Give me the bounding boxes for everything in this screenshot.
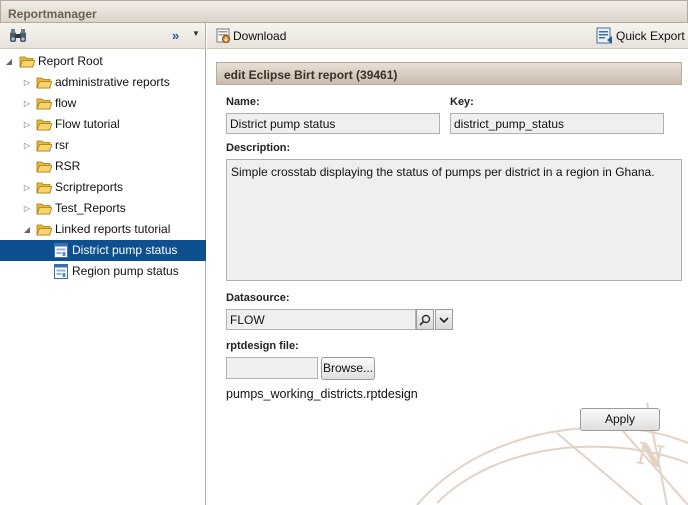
download-button[interactable]: Download (213, 23, 293, 49)
tree-toolbar: » ▼ (0, 23, 205, 49)
collapsed-arrow-icon[interactable]: ▷ (22, 114, 32, 135)
chevron-down-icon[interactable]: ▼ (192, 29, 200, 38)
datasource-search-button[interactable] (416, 309, 434, 330)
tree-item-RSR[interactable]: RSR (0, 156, 205, 177)
tree-item-label: rsr (55, 138, 69, 152)
tree-item-label: Test_Reports (55, 201, 126, 215)
collapsed-arrow-icon[interactable]: ▷ (22, 198, 32, 219)
folder-icon (36, 98, 52, 110)
tree-item-label: flow (55, 96, 77, 110)
folder-icon (36, 119, 52, 131)
rptdesign-filename: pumps_working_districts.rptdesign (226, 387, 418, 401)
tree-item-rsr[interactable]: ▷ rsr (0, 135, 205, 156)
search-icon (419, 314, 431, 326)
tree-item-flow-tutorial[interactable]: ▷ Flow tutorial (0, 114, 205, 135)
tree-item-label: RSR (55, 159, 81, 173)
expanded-arrow-icon[interactable]: ◢ (22, 219, 32, 240)
folder-open-icon (19, 56, 35, 68)
tree-item-linked-reports-tutorial[interactable]: ◢ Linked reports tutorial (0, 219, 205, 240)
folder-open-icon (36, 224, 52, 236)
tree-item-label: District pump status (72, 243, 178, 257)
tree-item-label: Flow tutorial (55, 117, 120, 131)
file-path-input[interactable] (226, 357, 318, 379)
tree-item-report-root[interactable]: ◢ Report Root (0, 51, 205, 72)
folder-icon (36, 140, 52, 152)
description-label: Description: (226, 142, 291, 154)
tree-item-district-pump-status[interactable]: District pump status (0, 240, 206, 261)
report-icon (54, 243, 68, 258)
report-editor-panel: Download Quick Export edit Eclipse Birt … (207, 23, 688, 505)
rptdesign-label: rptdesign file: (226, 340, 299, 352)
collapsed-arrow-icon[interactable]: ▷ (22, 177, 32, 198)
key-label: Key: (450, 96, 474, 108)
tree-item-label: Scriptreports (55, 180, 124, 194)
tree-item-label: Linked reports tutorial (55, 222, 171, 236)
collapsed-arrow-icon[interactable]: ▷ (22, 93, 32, 114)
tree-item-label: Region pump status (72, 264, 179, 278)
description-textarea[interactable]: Simple crosstab displaying the status of… (226, 159, 682, 281)
datasource-label: Datasource: (226, 292, 290, 304)
app-title: Reportmanager (0, 0, 688, 23)
report-icon (54, 264, 68, 279)
editor-toolbar: Download Quick Export (207, 23, 688, 49)
datasource-dropdown-button[interactable] (435, 309, 453, 330)
expanded-arrow-icon[interactable]: ◢ (4, 51, 14, 72)
form-header: edit Eclipse Birt report (39461) (216, 62, 682, 85)
datasource-select[interactable]: FLOW (226, 309, 416, 330)
tree-item-scriptreports[interactable]: ▷ Scriptreports (0, 177, 205, 198)
name-field[interactable]: District pump status (226, 113, 440, 134)
tree-item-label: administrative reports (55, 75, 170, 89)
folder-icon (36, 77, 52, 89)
tree-item-flow[interactable]: ▷ flow (0, 93, 205, 114)
report-tree-panel: » ▼ ◢ Report Root ▷ administrative repor… (0, 23, 206, 505)
report-tree: ◢ Report Root ▷ administrative reports ▷… (0, 49, 206, 282)
quick-export-label: Quick Export (616, 29, 685, 43)
quick-export-button[interactable]: Quick Export (595, 23, 685, 49)
folder-icon (36, 161, 52, 173)
browse-button[interactable]: Browse... (321, 357, 375, 380)
tree-item-administrative-reports[interactable]: ▷ administrative reports (0, 72, 205, 93)
name-label: Name: (226, 96, 260, 108)
download-label: Download (233, 29, 287, 43)
apply-button[interactable]: Apply (580, 408, 660, 431)
collapsed-arrow-icon[interactable]: ▷ (22, 72, 32, 93)
key-field[interactable]: district_pump_status (450, 113, 664, 134)
collapsed-arrow-icon[interactable]: ▷ (22, 135, 32, 156)
folder-icon (36, 203, 52, 215)
download-icon (216, 28, 230, 43)
expand-all-icon[interactable]: » (172, 28, 179, 43)
quick-export-icon (596, 27, 612, 44)
svg-text:N: N (634, 436, 667, 475)
folder-icon (36, 182, 52, 194)
tree-item-label: Report Root (38, 54, 103, 68)
binoculars-icon[interactable] (9, 28, 27, 44)
chevron-down-icon (439, 317, 449, 324)
tree-item-test-reports[interactable]: ▷ Test_Reports (0, 198, 205, 219)
tree-item-region-pump-status[interactable]: Region pump status (0, 261, 205, 282)
